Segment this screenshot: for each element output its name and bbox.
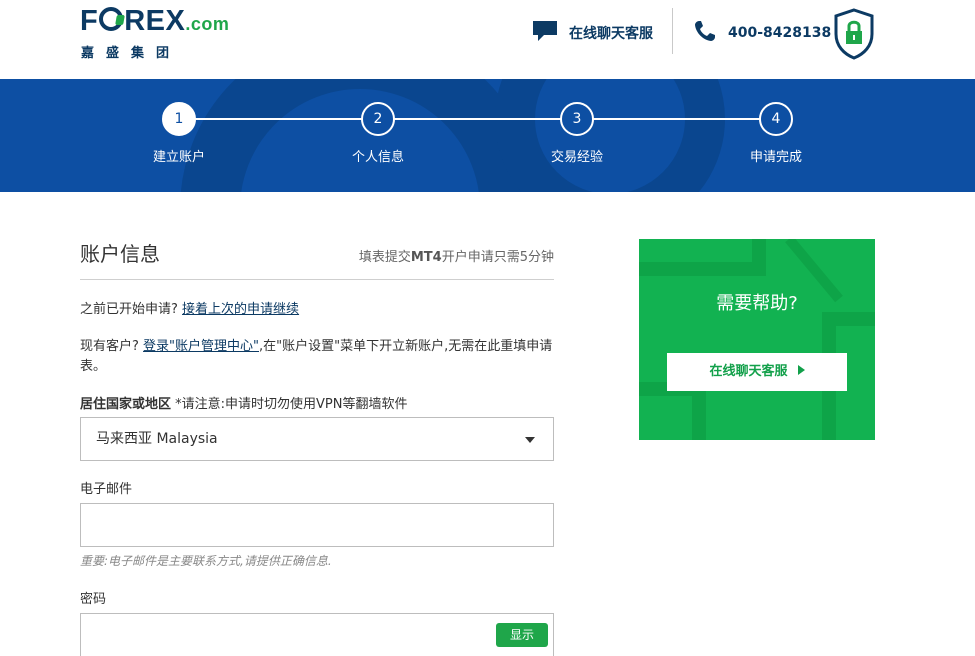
help-title: 需要帮助? <box>716 293 798 314</box>
account-center-login-link[interactable]: 登录"账户管理中心" <box>143 339 259 354</box>
step-3-circle: 3 <box>560 102 594 136</box>
logo-domain: .com <box>185 14 230 34</box>
show-password-button[interactable]: 显示 <box>496 623 548 647</box>
form-title: 账户信息 <box>80 242 160 266</box>
help-panel: 需要帮助? 在线聊天客服 <box>639 239 875 440</box>
step-3-label: 交易经验 <box>550 150 603 165</box>
header-chat-label: 在线聊天客服 <box>569 26 653 42</box>
step-1-circle: 1 <box>162 102 196 136</box>
phone-icon <box>694 20 716 46</box>
step-4-circle: 4 <box>759 102 793 136</box>
form-hint-post: 开户申请只需5分钟 <box>441 250 554 265</box>
step-4-label: 申请完成 <box>749 150 802 165</box>
step-2-label: 个人信息 <box>351 150 404 165</box>
password-field-wrapper: 显示 <box>80 613 554 656</box>
account-info-form: 账户信息 填表提交MT4开户申请只需5分钟 之前已开始申请? 接着上次的申请继续… <box>80 238 554 656</box>
logo-wordmark: F REX.com <box>80 6 229 39</box>
form-hint-mt4: MT4 <box>410 250 442 265</box>
logo-letter-f: F <box>80 5 99 37</box>
email-label: 电子邮件 <box>80 482 133 497</box>
help-chat-button[interactable]: 在线聊天客服 <box>667 353 847 391</box>
step-3: 3 交易经验 <box>527 102 627 165</box>
chevron-down-icon <box>525 437 535 443</box>
step-2: 2 个人信息 <box>328 102 428 165</box>
chat-bubble-icon <box>532 20 558 46</box>
existing-customer-question: 现有客户? <box>80 339 139 354</box>
header-divider <box>672 8 673 54</box>
resume-question: 之前已开始申请? <box>80 302 178 317</box>
country-vpn-note: *请注意:申请时切勿使用VPN等翻墙软件 <box>175 397 408 412</box>
password-field[interactable] <box>81 614 553 656</box>
email-field-wrapper <box>80 503 554 547</box>
email-field[interactable] <box>81 504 553 546</box>
form-header: 账户信息 填表提交MT4开户申请只需5分钟 <box>80 238 554 280</box>
step-1: 1 建立账户 <box>129 102 229 165</box>
play-arrow-icon <box>797 365 805 375</box>
resume-application-link[interactable]: 接着上次的申请继续 <box>182 302 299 317</box>
help-chat-button-label: 在线聊天客服 <box>709 364 788 379</box>
progress-steps-band: 1 建立账户 2 个人信息 3 交易经验 4 申请完成 <box>0 79 975 192</box>
existing-customer-line: 现有客户? 登录"账户管理中心",在"账户设置"菜单下开立新账户,无需在此重填申… <box>80 337 554 377</box>
step-2-circle: 2 <box>361 102 395 136</box>
logo-letters-rex: REX <box>124 5 186 37</box>
header-chat-link[interactable]: 在线聊天客服 <box>532 20 653 46</box>
resume-application-line: 之前已开始申请? 接着上次的申请继续 <box>80 298 554 317</box>
form-hint-pre: 填表提交 <box>358 250 411 265</box>
logo-o-mark <box>99 7 124 31</box>
country-select-value: 马来西亚 Malaysia <box>96 431 218 447</box>
logo-subtitle: 嘉盛集团 <box>81 46 182 61</box>
header-phone-number: 400-8428138 <box>728 25 832 41</box>
password-label: 密码 <box>80 592 107 607</box>
step-4: 4 申请完成 <box>726 102 826 165</box>
lock-shield-icon <box>833 8 875 64</box>
steps-connector-line <box>178 118 776 120</box>
email-note: 重要:电子邮件是主要联系方式,请提供正确信息. <box>80 554 332 568</box>
forex-logo[interactable]: F REX.com 嘉盛集团 <box>80 6 229 61</box>
header-phone-link[interactable]: 400-8428138 <box>694 20 831 46</box>
step-1-label: 建立账户 <box>152 150 205 165</box>
country-label: 居住国家或地区 <box>80 397 172 412</box>
form-time-hint: 填表提交MT4开户申请只需5分钟 <box>359 246 554 265</box>
country-select[interactable]: 马来西亚 Malaysia <box>80 417 554 461</box>
site-header: F REX.com 嘉盛集团 在线聊天客服 400-8428138 <box>0 0 975 79</box>
country-label-row: 居住国家或地区 *请注意:申请时切勿使用VPN等翻墙软件 <box>80 393 554 412</box>
help-panel-decoration <box>639 239 875 440</box>
